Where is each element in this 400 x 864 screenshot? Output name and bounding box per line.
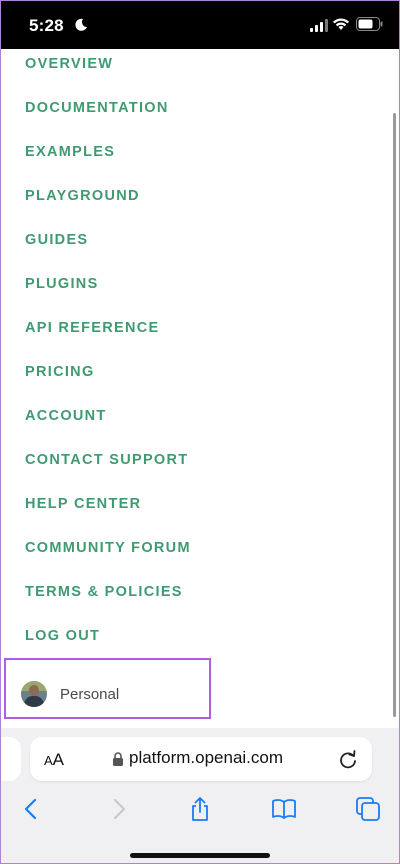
bookmarks-icon[interactable]	[271, 796, 297, 822]
home-indicator	[130, 853, 270, 858]
personal-label: Personal	[60, 685, 120, 703]
menu-item-examples[interactable]: EXAMPLES	[25, 140, 115, 164]
personal-org-selector[interactable]: Personal	[21, 680, 119, 708]
forward-icon[interactable]	[105, 796, 131, 822]
menu-item-playground[interactable]: PLAYGROUND	[25, 184, 140, 208]
back-icon[interactable]	[19, 796, 45, 822]
previous-tab-preview[interactable]	[1, 737, 21, 781]
menu-item-guides[interactable]: GUIDES	[25, 228, 88, 252]
wifi-icon	[333, 18, 349, 30]
share-icon[interactable]	[187, 796, 213, 822]
screen: 5:28 OVERVIEW DOCUMENTATION EXAMPLES PLA…	[1, 1, 399, 863]
status-bar: 5:28	[1, 1, 399, 49]
status-time: 5:28	[29, 16, 64, 35]
tabs-icon[interactable]	[355, 796, 381, 822]
menu-item-community-forum[interactable]: COMMUNITY FORUM	[25, 536, 191, 560]
moon-icon	[75, 18, 87, 31]
menu-item-terms-policies[interactable]: TERMS & POLICIES	[25, 580, 183, 604]
browser-bottom-bar: AA platform.openai.com	[1, 728, 399, 863]
avatar	[21, 681, 47, 707]
text-size-button[interactable]: AA	[44, 750, 64, 770]
lock-icon	[113, 752, 123, 766]
menu-item-plugins[interactable]: PLUGINS	[25, 272, 99, 296]
menu-item-contact-support[interactable]: CONTACT SUPPORT	[25, 448, 188, 472]
scrollbar-thumb[interactable]	[393, 113, 396, 717]
battery-icon	[356, 17, 383, 31]
menu-item-help-center[interactable]: HELP CENTER	[25, 492, 141, 516]
cellular-signal-icon	[310, 19, 328, 32]
menu-item-overview[interactable]: OVERVIEW	[25, 52, 113, 76]
address-bar[interactable]: AA platform.openai.com	[30, 737, 372, 781]
menu-item-account[interactable]: ACCOUNT	[25, 404, 107, 428]
reload-icon[interactable]	[337, 748, 359, 770]
menu-item-documentation[interactable]: DOCUMENTATION	[25, 96, 169, 120]
url-text: platform.openai.com	[129, 748, 284, 767]
menu-item-api-reference[interactable]: API REFERENCE	[25, 316, 160, 340]
menu-item-log-out[interactable]: LOG OUT	[25, 624, 100, 648]
menu-item-pricing[interactable]: PRICING	[25, 360, 95, 384]
